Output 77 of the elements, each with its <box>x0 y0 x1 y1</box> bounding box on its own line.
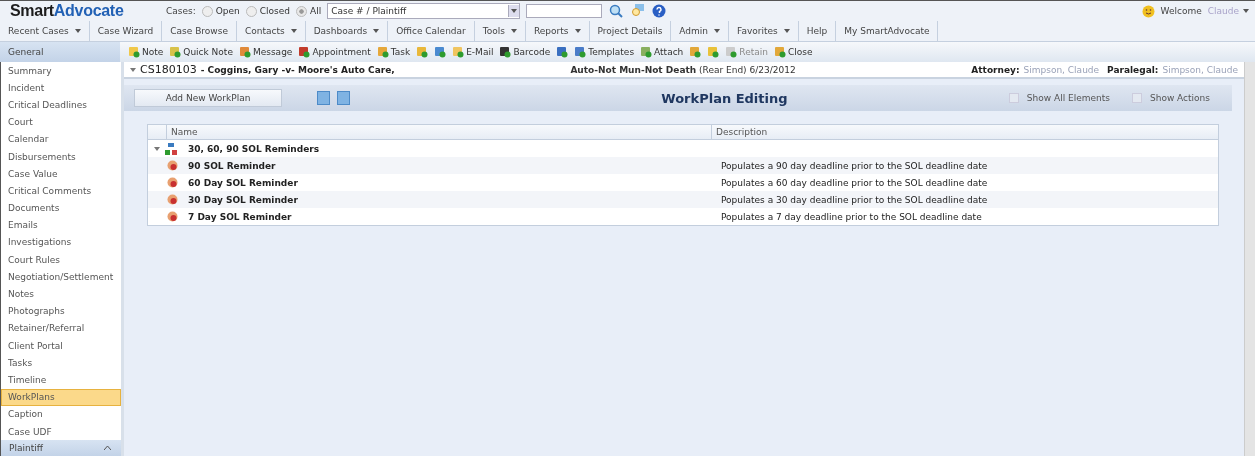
menu-item[interactable]: Office Calendar <box>388 21 475 41</box>
workplan-name: 7 Day SOL Reminder <box>188 211 293 222</box>
menu-item[interactable]: My SmartAdvocate <box>836 21 939 41</box>
smiley-icon <box>1141 4 1155 18</box>
workplan-name: 30 Day SOL Reminder <box>188 194 299 205</box>
attorney-label: Attorney: <box>971 64 1020 75</box>
workplan-description: Populates a 30 day deadline prior to the SOL deadline date <box>720 194 989 205</box>
add-workplan-button[interactable]: Add New WorkPlan <box>134 89 282 107</box>
reminder-icon <box>167 177 178 188</box>
caret-icon[interactable] <box>1243 9 1249 13</box>
toolbar-button[interactable]: Close <box>773 46 813 58</box>
menu-item[interactable]: Help <box>798 21 837 41</box>
reminder-icon <box>167 211 178 222</box>
welcome-label: Welcome <box>1160 6 1202 16</box>
caret-icon[interactable] <box>373 29 380 33</box>
search-field[interactable] <box>526 4 603 18</box>
workplan-name: 90 SOL Reminder <box>188 160 277 171</box>
menu-item[interactable]: Case Wizard <box>89 21 163 41</box>
toolbar-button[interactable]: Message <box>238 46 293 58</box>
menu-item[interactable]: Reports <box>525 21 590 41</box>
toolbar-button[interactable]: Appointment <box>298 46 371 58</box>
scrollbar[interactable] <box>1244 62 1255 456</box>
menu-item[interactable]: Dashboards <box>305 21 389 41</box>
caret-icon[interactable] <box>74 29 81 33</box>
toolbar-button[interactable]: Quick Note <box>169 46 233 58</box>
case-filter-radio[interactable]: Open <box>201 5 240 17</box>
option-checkbox[interactable]: Show All Elements <box>1008 93 1110 103</box>
app-logo: SmartAdvocate <box>10 2 125 20</box>
case-number: CS180103 <box>140 63 197 76</box>
caret-icon[interactable] <box>714 29 721 33</box>
page-title: WorkPlan Editing <box>660 90 789 106</box>
hierarchy-icon <box>165 142 177 155</box>
paralegal-name: Simpson, Claude <box>1162 64 1238 75</box>
sidebar-section-header[interactable]: General <box>0 42 120 62</box>
expand-icon[interactable] <box>154 145 160 152</box>
workplan-description: Populates a 7 day deadline prior to the SOL deadline date <box>720 211 983 222</box>
caret-icon[interactable] <box>783 29 790 33</box>
menu-item[interactable]: Favorites <box>729 21 799 41</box>
case-filter-radio[interactable]: Closed <box>245 5 291 17</box>
toolbar-button[interactable]: Barcode <box>499 46 551 58</box>
group-row[interactable]: 30, 60, 90 SOL Reminders <box>148 140 1218 157</box>
toolbar-button[interactable]: Templates <box>574 46 635 58</box>
attorney-name: Simpson, Claude <box>1023 64 1100 75</box>
menu-item[interactable]: Admin <box>671 21 730 41</box>
caret-icon[interactable] <box>574 29 581 33</box>
help-icon[interactable] <box>652 4 667 18</box>
toolbar-button[interactable]: Task <box>376 46 411 58</box>
menu-item[interactable]: Contacts <box>236 21 306 41</box>
menu-item[interactable]: Recent Cases <box>0 21 90 41</box>
toolbar-button[interactable]: E-Mail <box>452 46 494 58</box>
caret-icon[interactable] <box>510 29 517 33</box>
menu-item[interactable]: Project Details <box>589 21 672 41</box>
toolbar-button[interactable]: Attach <box>640 46 684 58</box>
reminder-icon <box>167 160 178 171</box>
menu-item[interactable]: Tools <box>474 21 526 41</box>
cases-label: Cases: <box>166 6 196 16</box>
toolbar-button[interactable]: Note <box>128 46 164 58</box>
case-parties: - Coggins, Gary -v- Moore's Auto Care, <box>200 64 395 75</box>
column-header[interactable]: Description <box>711 125 1218 139</box>
reminder-icon <box>167 194 178 205</box>
case-filter-radio[interactable]: All <box>296 5 322 17</box>
workplan-name: 60 Day SOL Reminder <box>188 177 299 188</box>
collapse-icon[interactable] <box>130 67 136 72</box>
workplan-description: Populates a 90 day deadline prior to the SOL deadline date <box>720 160 989 171</box>
caret-icon[interactable] <box>511 9 518 13</box>
case-type: Auto-Not Mun-Not Death (Rear End) 6/23/2012 <box>569 64 797 75</box>
column-header[interactable]: Name <box>166 125 711 139</box>
collapse-icon[interactable] <box>104 446 111 451</box>
option-checkbox[interactable]: Show Actions <box>1131 93 1210 103</box>
menu-item[interactable]: Case Browse <box>162 21 237 41</box>
paralegal-label: Paralegal: <box>1107 64 1159 75</box>
search-icon[interactable] <box>608 3 625 19</box>
caret-icon[interactable] <box>290 29 297 33</box>
group-name: 30, 60, 90 SOL Reminders <box>188 143 321 154</box>
workplan-description: Populates a 60 day deadline prior to the SOL deadline date <box>720 177 989 188</box>
case-select[interactable]: Case # / Plaintiff <box>327 3 521 19</box>
sidebar-section-header[interactable]: Plaintiff <box>1 440 121 456</box>
